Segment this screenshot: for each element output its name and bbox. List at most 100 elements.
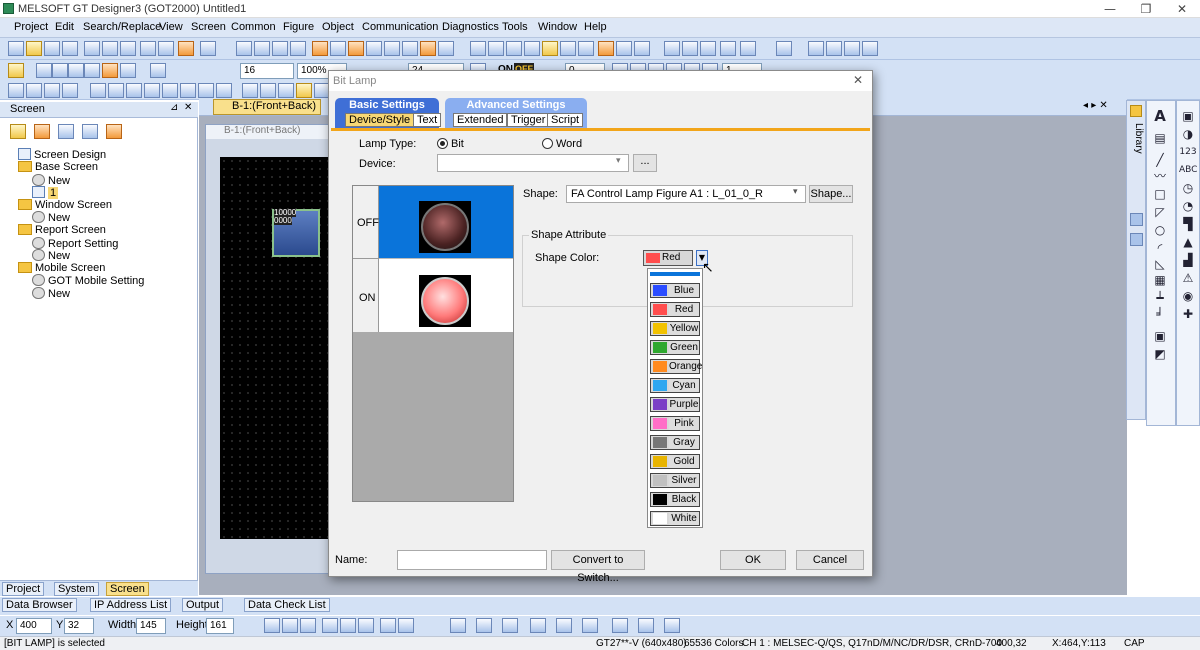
- state-on-row[interactable]: [379, 258, 513, 332]
- color-option-white[interactable]: White: [650, 511, 700, 526]
- add-object-icon[interactable]: ✚: [1179, 307, 1197, 321]
- color-option-yellow[interactable]: Yellow: [650, 321, 700, 336]
- align-left-icon[interactable]: [264, 618, 280, 633]
- tool-icon-13[interactable]: [862, 41, 878, 56]
- align-bottom-icon[interactable]: [358, 618, 374, 633]
- color-option-custom[interactable]: [650, 272, 700, 276]
- align-icon-2[interactable]: [488, 41, 504, 56]
- subtab-text[interactable]: Text: [413, 113, 442, 127]
- paste-icon[interactable]: [120, 41, 136, 56]
- tool-icon-9[interactable]: [776, 41, 792, 56]
- fill-icon[interactable]: [530, 618, 546, 633]
- draw-icon-3[interactable]: [44, 83, 60, 98]
- menu-common[interactable]: Common: [231, 21, 276, 33]
- restore-button[interactable]: ❐: [1128, 0, 1164, 18]
- screen-canvas[interactable]: 10000 0000: [220, 157, 332, 539]
- subtab-device-style[interactable]: Device/Style: [345, 113, 415, 127]
- library-icon[interactable]: [1130, 105, 1142, 117]
- help-icon[interactable]: [200, 41, 216, 56]
- color-option-red[interactable]: Red: [650, 302, 700, 317]
- pin-icon[interactable]: ⊿: [170, 102, 178, 113]
- screen-icon-4[interactable]: [290, 41, 306, 56]
- back-icon[interactable]: [68, 63, 84, 78]
- text-tool-icon[interactable]: A: [1151, 109, 1169, 124]
- tool-icon-3[interactable]: [634, 41, 650, 56]
- minimize-button[interactable]: —: [1092, 0, 1128, 18]
- level-display-icon[interactable]: ▲: [1179, 235, 1197, 249]
- align-icon-3[interactable]: [506, 41, 522, 56]
- menu-window[interactable]: Window: [538, 21, 577, 33]
- sector-tool-icon[interactable]: ◺: [1151, 257, 1169, 271]
- object-icon-2[interactable]: [330, 41, 346, 56]
- menu-diagnostics[interactable]: Diagnostics: [442, 21, 499, 33]
- draw-icon-11[interactable]: [198, 83, 214, 98]
- nav-icon-1[interactable]: [36, 63, 52, 78]
- color-option-gray[interactable]: Gray: [650, 435, 700, 450]
- tree-item-base-1[interactable]: 1: [32, 186, 59, 199]
- alarm-icon[interactable]: ⚠: [1179, 271, 1197, 285]
- output-tab[interactable]: Output: [182, 598, 224, 612]
- data-browser-tab[interactable]: Data Browser: [2, 598, 77, 612]
- draw-icon-13[interactable]: [242, 83, 258, 98]
- menu-communication[interactable]: Communication: [362, 21, 438, 33]
- object-icon-6[interactable]: [402, 41, 418, 56]
- panel-icon-2[interactable]: [1130, 233, 1143, 246]
- draw-icon-5[interactable]: [90, 83, 106, 98]
- parts-display-icon[interactable]: ▜: [1179, 217, 1197, 231]
- copy-icon[interactable]: [102, 41, 118, 56]
- text-style-icon[interactable]: [638, 618, 654, 633]
- tab-project[interactable]: Project: [2, 582, 45, 596]
- distribute-icon-1[interactable]: [380, 618, 396, 633]
- draw-icon-6[interactable]: [108, 83, 124, 98]
- paint-tool-icon[interactable]: ◩: [1151, 347, 1169, 361]
- tree-item-screen-design[interactable]: Screen Design: [18, 148, 106, 161]
- line-tool-icon[interactable]: ╱: [1151, 153, 1169, 167]
- draw-icon-12[interactable]: [216, 83, 232, 98]
- comment-display-icon[interactable]: ◔: [1179, 199, 1197, 213]
- open-icon[interactable]: [26, 41, 42, 56]
- align-icon-5[interactable]: [542, 41, 558, 56]
- align-top-icon[interactable]: [322, 618, 338, 633]
- tool-icon-4[interactable]: [664, 41, 680, 56]
- tool-icon-8[interactable]: [740, 41, 756, 56]
- y-input[interactable]: 32: [64, 618, 94, 634]
- color-option-gold[interactable]: Gold: [650, 454, 700, 469]
- color-option-orange[interactable]: Orange: [650, 359, 702, 374]
- subtab-extended[interactable]: Extended: [453, 113, 508, 127]
- tree-item-report-new[interactable]: New: [32, 249, 70, 262]
- menu-search-replace[interactable]: Search/Replace: [83, 21, 161, 33]
- forward-icon[interactable]: [84, 63, 100, 78]
- align-icon-6[interactable]: [560, 41, 576, 56]
- image-tool-icon[interactable]: ▣: [1151, 329, 1169, 343]
- shadow-icon[interactable]: [664, 618, 680, 633]
- align-icon-4[interactable]: [524, 41, 540, 56]
- screen-icon-1[interactable]: [236, 41, 252, 56]
- object-icon-8[interactable]: [438, 41, 454, 56]
- line-style-icon[interactable]: [450, 618, 466, 633]
- trend-graph-icon[interactable]: ▟: [1179, 253, 1197, 267]
- menu-project[interactable]: Project: [14, 21, 48, 33]
- library-label[interactable]: Library: [1130, 123, 1144, 154]
- nav-icon-2[interactable]: [52, 63, 68, 78]
- text-color-icon[interactable]: [612, 618, 628, 633]
- object-icon-1[interactable]: [312, 41, 328, 56]
- radio-word[interactable]: [542, 138, 553, 149]
- line-width-icon[interactable]: [476, 618, 492, 633]
- distribute-icon-2[interactable]: [398, 618, 414, 633]
- menu-object[interactable]: Object: [322, 21, 354, 33]
- zoom-icon[interactable]: [150, 63, 166, 78]
- radio-bit[interactable]: [437, 138, 448, 149]
- line-color-icon[interactable]: [502, 618, 518, 633]
- clock-icon[interactable]: ◷: [1179, 181, 1197, 195]
- menu-tools[interactable]: Tools: [502, 21, 528, 33]
- tool-icon-5[interactable]: [682, 41, 698, 56]
- tool-icon-6[interactable]: [700, 41, 716, 56]
- convert-to-switch-button[interactable]: Convert to Switch...: [551, 550, 645, 584]
- panel-tool-icon-4[interactable]: [82, 124, 98, 139]
- menu-screen[interactable]: Screen: [191, 21, 226, 33]
- color-option-black[interactable]: Black: [650, 492, 700, 507]
- gauge-icon[interactable]: ◉: [1179, 289, 1197, 303]
- table-tool-icon[interactable]: ▦: [1151, 273, 1169, 287]
- draw-icon-15[interactable]: [278, 83, 294, 98]
- state-off-row[interactable]: [379, 186, 513, 258]
